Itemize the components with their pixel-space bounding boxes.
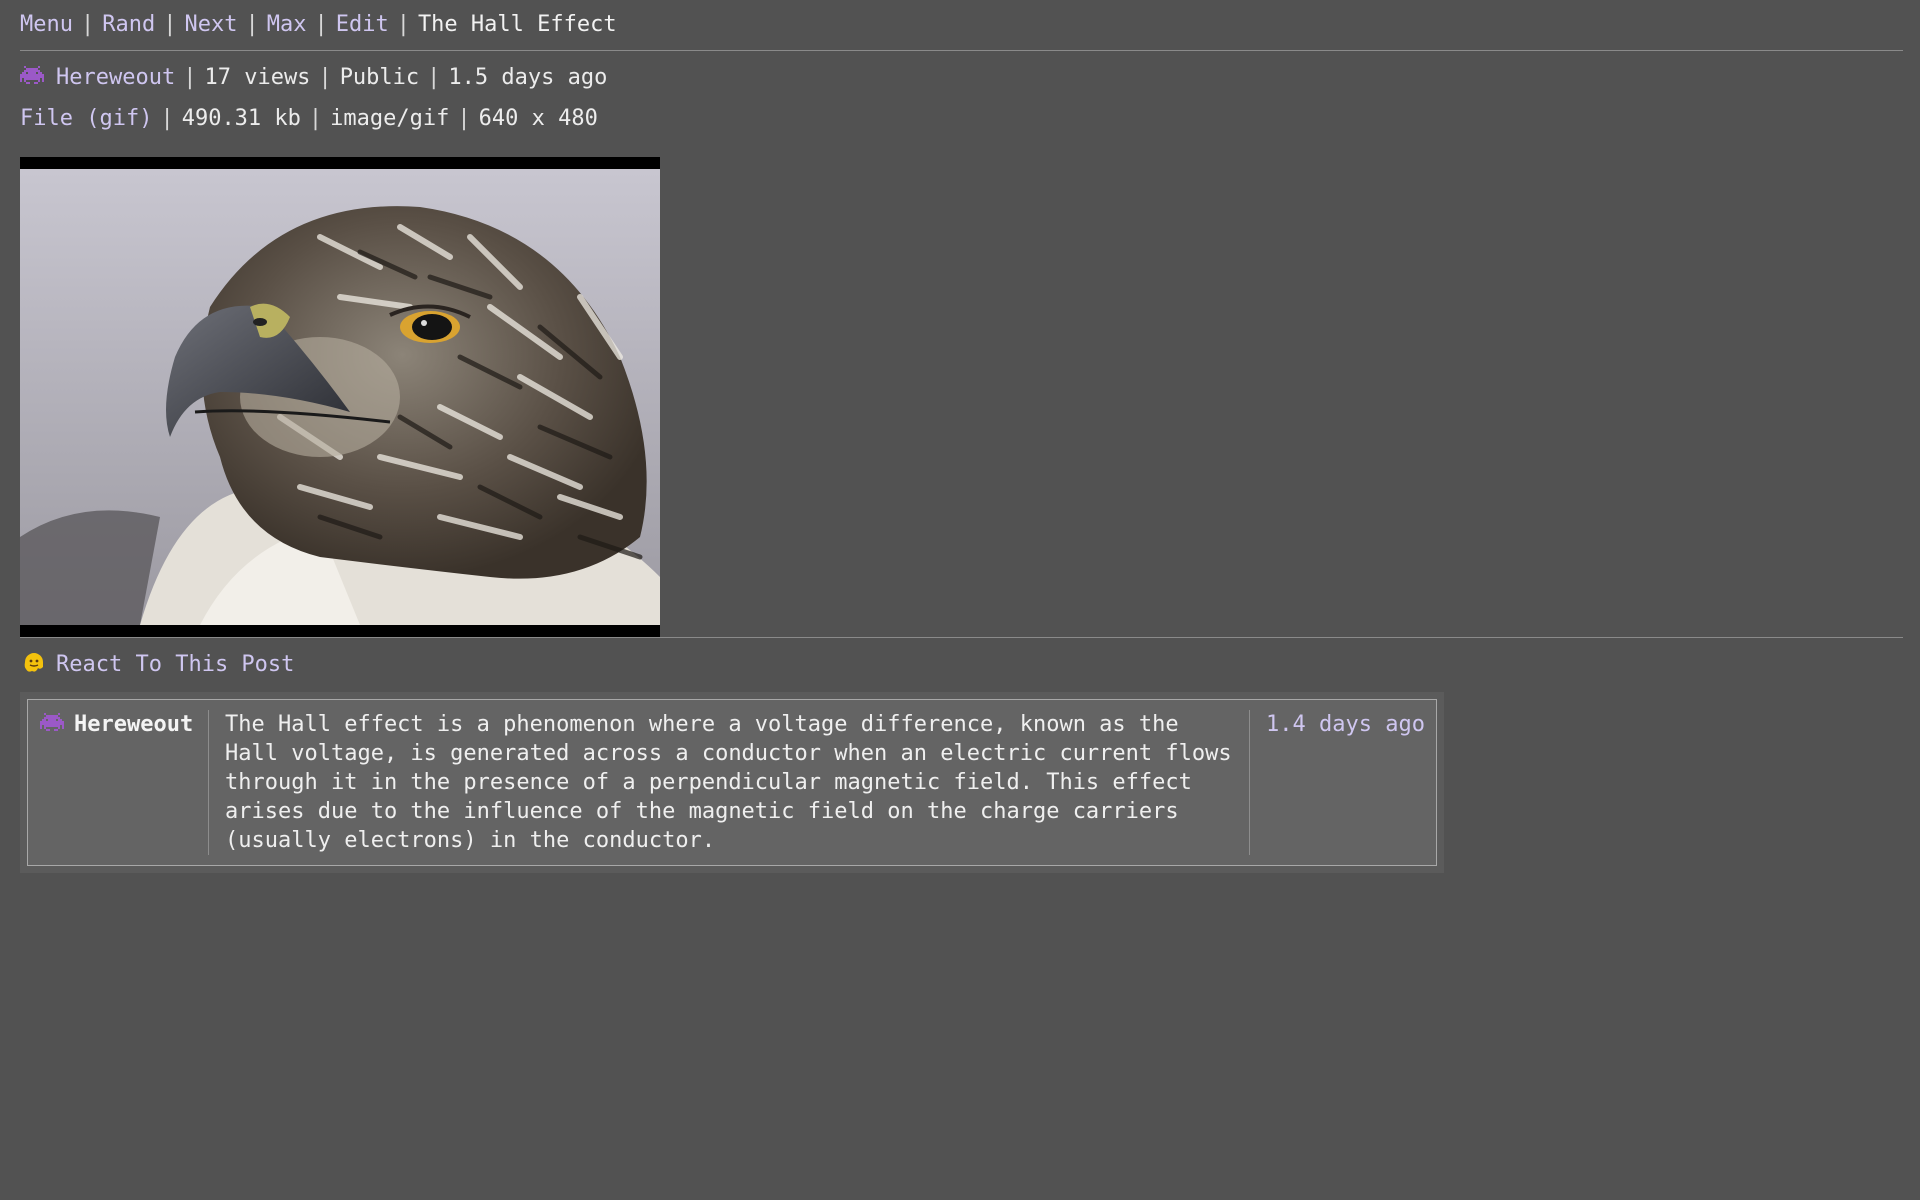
file-meta: File (gif) | 490.31 kb | image/gif | 640 x 480: [20, 104, 1900, 134]
comment: Hereweout The Hall effect is a phenomeno…: [27, 699, 1437, 866]
comment-author-name[interactable]: Hereweout: [74, 712, 193, 737]
meta-separator: |: [318, 65, 332, 90]
hawk-image: [20, 157, 660, 637]
meta-separator: |: [160, 106, 174, 131]
alien-monster-icon: [20, 64, 44, 88]
comment-time-link[interactable]: 1.4 days ago: [1266, 712, 1425, 737]
nav-separator: |: [245, 12, 259, 37]
page: Menu | Rand | Next | Max | Edit | The Hall Effect …: [20, 0, 1903, 873]
melting-face-icon: [22, 651, 46, 675]
react-link[interactable]: React To This Post: [56, 652, 294, 677]
meta-separator: |: [308, 106, 323, 131]
file-link[interactable]: File (gif): [20, 106, 152, 131]
file-mime: image/gif: [330, 106, 450, 131]
alien-monster-icon: [40, 711, 64, 735]
comment-author: Hereweout: [28, 710, 209, 855]
divider: [20, 50, 1903, 51]
meta-separator: |: [457, 106, 471, 131]
nav-rand-link[interactable]: Rand: [102, 12, 155, 37]
comments-section: Hereweout The Hall effect is a phenomeno…: [20, 692, 1444, 873]
file-size: 490.31 kb: [181, 106, 301, 131]
nav-separator: |: [80, 12, 95, 37]
divider: [20, 637, 1903, 638]
view-count: 17 views: [204, 65, 311, 90]
nav-next-link[interactable]: Next: [184, 12, 237, 37]
nav-max-link[interactable]: Max: [267, 12, 307, 37]
post-image[interactable]: [20, 157, 660, 637]
comment-text: The Hall effect is a phenomenon where a …: [209, 710, 1250, 855]
nav-menu-link[interactable]: Menu: [20, 12, 73, 37]
meta-separator: |: [427, 65, 441, 90]
react-section: React To This Post: [20, 650, 1900, 680]
nav-separator: |: [163, 12, 177, 37]
file-dimensions: 640 x 480: [478, 106, 598, 131]
nav-separator: |: [396, 12, 410, 37]
meta-separator: |: [183, 65, 197, 90]
post-meta: Hereweout | 17 views | Public | 1.5 days ago: [20, 63, 1900, 93]
post-age: 1.5 days ago: [448, 65, 608, 90]
nav-separator: |: [314, 12, 328, 37]
comment-timestamp[interactable]: 1.4 days ago: [1250, 710, 1425, 855]
author-link[interactable]: Hereweout: [56, 65, 175, 90]
top-nav: Menu | Rand | Next | Max | Edit | The Hall Effect: [20, 0, 1900, 50]
visibility-label: Public: [339, 65, 420, 90]
page-title: The Hall Effect: [417, 12, 617, 37]
nav-edit-link[interactable]: Edit: [336, 12, 389, 37]
